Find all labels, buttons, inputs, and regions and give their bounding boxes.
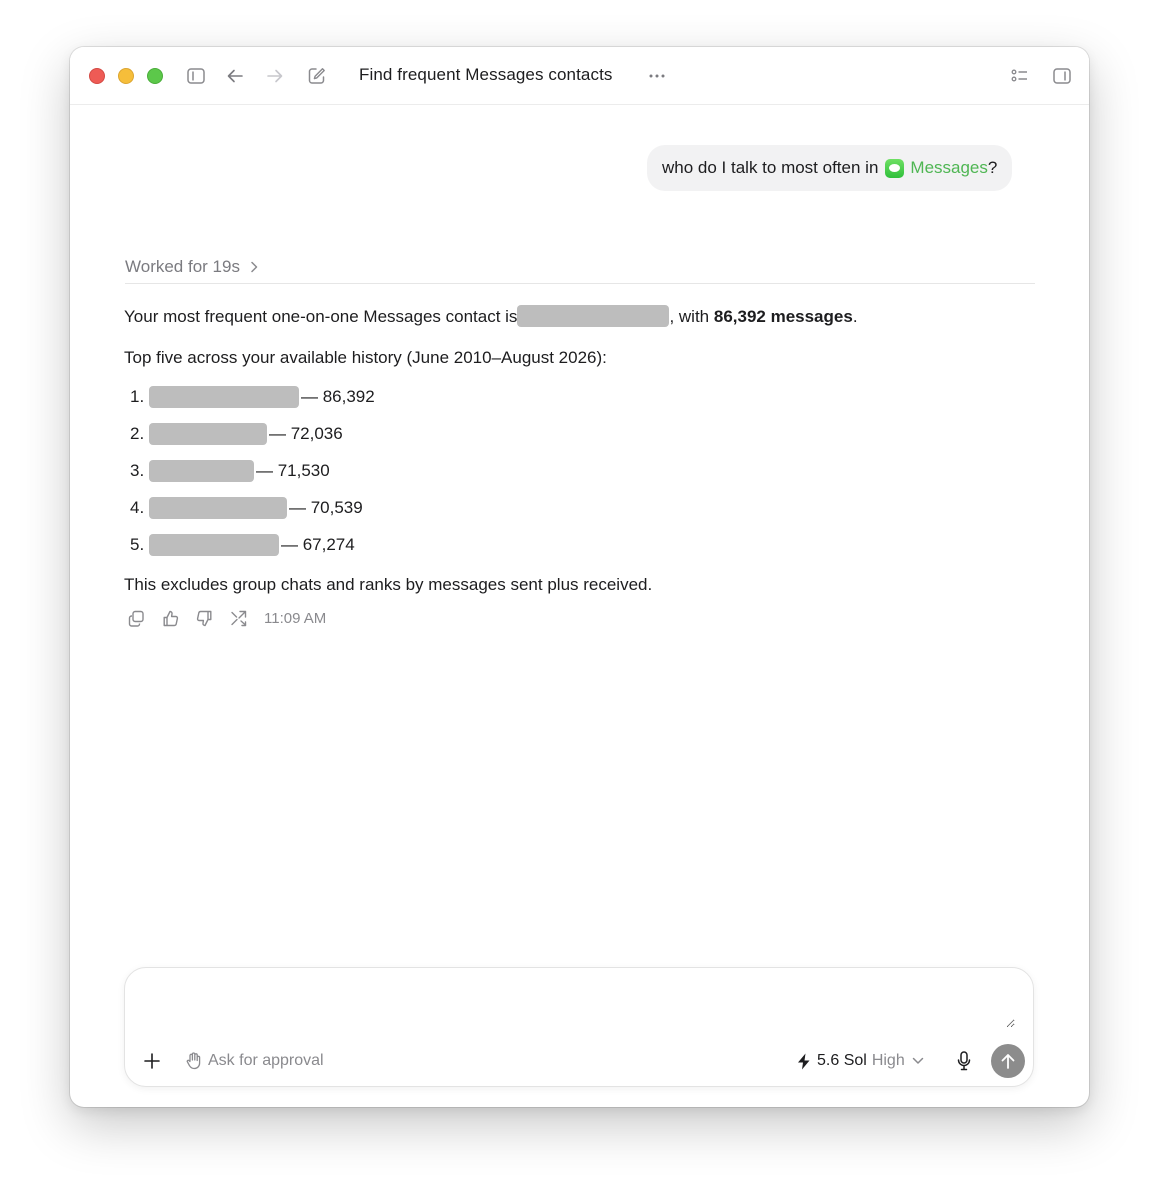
prompt-input[interactable] — [143, 984, 1015, 1028]
user-message-text: who do I talk to most often in — [662, 158, 879, 177]
list-count: — 71,530 — [256, 461, 330, 480]
answer-paragraph-2: Top five across your available history (… — [124, 348, 607, 367]
sidebar-toggle-icon[interactable] — [184, 64, 208, 88]
add-attachment-button[interactable] — [141, 1050, 163, 1072]
microphone-button[interactable] — [953, 1050, 975, 1072]
redacted-contact-name — [149, 497, 287, 519]
new-chat-icon[interactable] — [305, 64, 329, 88]
user-message-bubble: who do I talk to most often in Messages … — [647, 145, 1013, 191]
chevron-down-icon — [912, 1057, 924, 1065]
redacted-contact-name — [149, 534, 279, 556]
thumbs-up-icon[interactable] — [160, 608, 180, 628]
list-number: 1. — [130, 387, 145, 406]
thumbs-down-icon[interactable] — [194, 608, 214, 628]
list-number: 4. — [130, 498, 145, 517]
zoom-window-button[interactable] — [147, 68, 163, 84]
user-message-suffix: ? — [987, 158, 998, 177]
worked-for-label: Worked for 19s — [125, 256, 240, 276]
list-item: 3. — 71,530 — [130, 459, 330, 483]
worked-for-disclosure[interactable]: Worked for 19s — [125, 250, 1035, 284]
redacted-contact-name — [149, 423, 267, 445]
redacted-contact-name — [149, 460, 254, 482]
send-button[interactable] — [991, 1044, 1025, 1078]
window-title: Find frequent Messages contacts — [359, 65, 613, 84]
answer-paragraph-1: Your most frequent one-on-one Messages c… — [124, 304, 858, 329]
checklist-icon[interactable] — [1008, 64, 1032, 88]
chevron-right-icon — [250, 261, 258, 273]
redacted-contact-name — [149, 386, 299, 408]
answer-message-count: 86,392 messages — [713, 307, 853, 326]
answer-intro-text: Your most frequent one-on-one Messages c… — [124, 307, 518, 326]
back-arrow-icon[interactable] — [223, 64, 247, 88]
messages-app-mention[interactable]: Messages — [910, 158, 987, 178]
answer-with-text: , with — [669, 307, 710, 326]
arrow-up-icon — [1001, 1054, 1015, 1069]
answer-paragraph-3: This excludes group chats and ranks by m… — [124, 575, 653, 594]
branch-icon[interactable] — [228, 608, 248, 628]
list-count: — 86,392 — [301, 387, 375, 406]
model-name: 5.6 Sol — [817, 1052, 867, 1069]
minimize-window-button[interactable] — [118, 68, 134, 84]
model-selector[interactable]: 5.6 Sol High — [797, 1050, 924, 1072]
list-number: 3. — [130, 461, 145, 480]
messages-app-icon — [885, 158, 905, 178]
microphone-icon — [957, 1051, 971, 1071]
list-number: 5. — [130, 535, 145, 554]
message-action-bar: 11:09 AM — [126, 608, 326, 628]
forward-arrow-icon[interactable] — [263, 64, 287, 88]
list-count: — 72,036 — [269, 424, 343, 443]
redacted-contact-name — [517, 304, 670, 327]
list-count: — 70,539 — [289, 498, 363, 517]
more-options-icon[interactable] — [647, 64, 667, 88]
message-timestamp: 11:09 AM — [264, 609, 327, 627]
list-count: — 67,274 — [281, 535, 355, 554]
reasoning-effort: High — [871, 1052, 905, 1069]
lightning-bolt-icon — [797, 1053, 811, 1070]
list-item: 2. — 72,036 — [130, 422, 343, 446]
answer-period: . — [852, 307, 858, 326]
app-window: Find frequent Messages contacts who do I… — [70, 47, 1089, 1107]
hand-icon — [186, 1052, 201, 1070]
right-panel-toggle-icon[interactable] — [1050, 64, 1074, 88]
list-number: 2. — [130, 424, 145, 443]
close-window-button[interactable] — [89, 68, 105, 84]
copy-icon[interactable] — [126, 608, 146, 628]
title-bar: Find frequent Messages contacts — [70, 47, 1089, 105]
list-item: 4. — 70,539 — [130, 496, 363, 520]
list-item: 1. — 86,392 — [130, 385, 375, 409]
approval-mode-button[interactable]: Ask for approval — [185, 1050, 324, 1072]
list-item: 5. — 67,274 — [130, 533, 355, 557]
approval-mode-label: Ask for approval — [208, 1052, 324, 1069]
plus-icon — [144, 1053, 160, 1069]
composer-box: Ask for approval 5.6 Sol High — [124, 967, 1034, 1087]
